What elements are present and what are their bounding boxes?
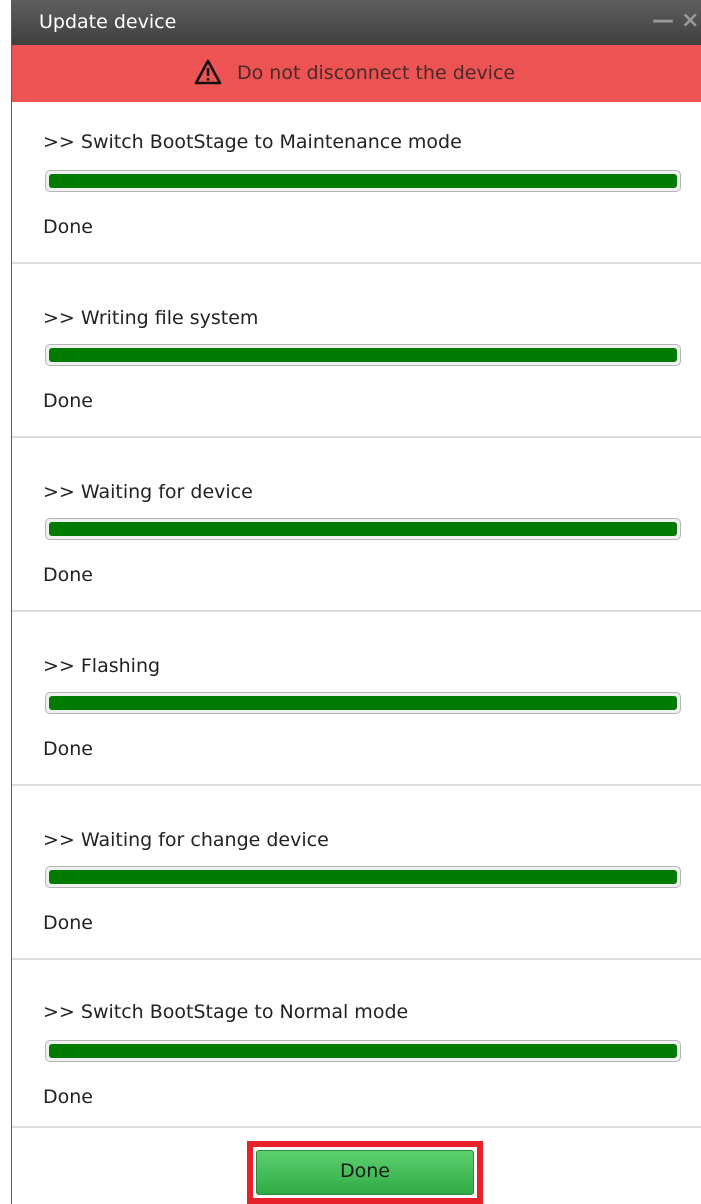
step-status: Done	[43, 390, 93, 412]
done-button-highlight[interactable]: Done	[247, 1141, 483, 1204]
step-status: Done	[43, 738, 93, 760]
progress-bar	[45, 866, 681, 888]
step-writing-file-system: >> Writing file system Done	[12, 264, 701, 438]
step-waiting-for-change-device: >> Waiting for change device Done	[12, 786, 701, 960]
progress-fill	[49, 522, 677, 536]
warning-icon	[194, 59, 222, 85]
step-label: >> Waiting for change device	[43, 829, 329, 851]
progress-bar	[45, 170, 681, 192]
step-label: >> Flashing	[43, 655, 161, 677]
progress-fill	[49, 870, 677, 884]
done-button[interactable]: Done	[256, 1150, 474, 1195]
step-status: Done	[43, 216, 93, 238]
update-device-window: Update device — × Do not disconnect the …	[11, 0, 701, 1204]
step-waiting-for-device: >> Waiting for device Done	[12, 438, 701, 612]
minimize-icon[interactable]: —	[652, 10, 674, 32]
step-label: >> Writing file system	[43, 307, 259, 329]
step-maintenance-mode: >> Switch BootStage to Maintenance mode …	[12, 102, 701, 264]
step-label: >> Waiting for device	[43, 481, 253, 503]
warning-text: Do not disconnect the device	[237, 62, 516, 84]
step-status: Done	[43, 912, 93, 934]
step-status: Done	[43, 1086, 93, 1108]
step-normal-mode: >> Switch BootStage to Normal mode Done	[12, 960, 701, 1128]
progress-fill	[49, 696, 677, 710]
window-title: Update device	[39, 11, 177, 33]
progress-bar	[45, 692, 681, 714]
step-label: >> Switch BootStage to Maintenance mode	[43, 131, 462, 153]
step-flashing: >> Flashing Done	[12, 612, 701, 786]
step-label: >> Switch BootStage to Normal mode	[43, 1001, 409, 1023]
title-bar: Update device — ×	[12, 0, 701, 45]
warning-banner: Do not disconnect the device	[12, 45, 701, 102]
progress-bar	[45, 518, 681, 540]
close-icon[interactable]: ×	[681, 10, 699, 32]
progress-bar	[45, 344, 681, 366]
step-status: Done	[43, 564, 93, 586]
progress-bar	[45, 1040, 681, 1062]
progress-fill	[49, 1044, 677, 1058]
progress-fill	[49, 174, 677, 188]
progress-fill	[49, 348, 677, 362]
dialog-footer: Done	[12, 1128, 701, 1204]
